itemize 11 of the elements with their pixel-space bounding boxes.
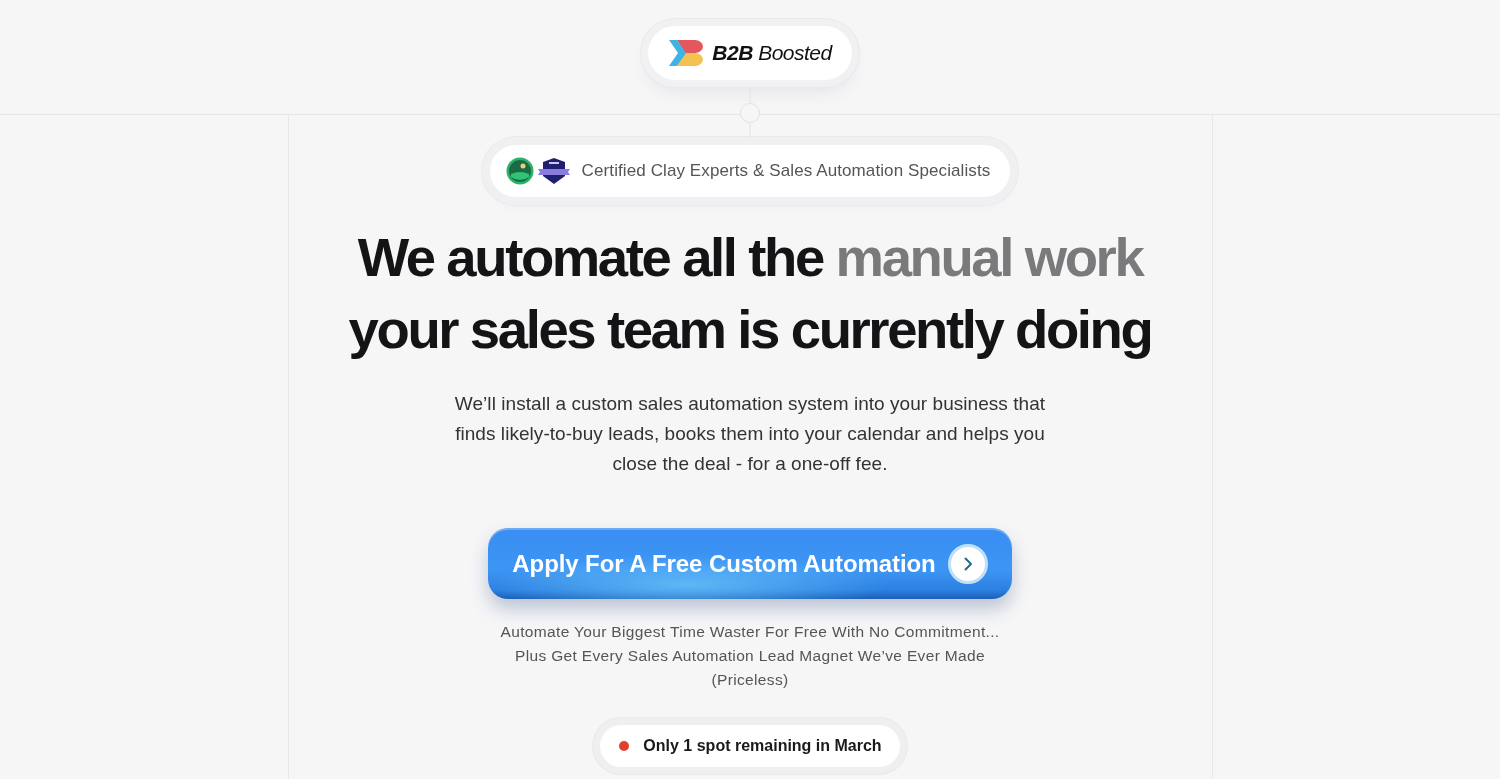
logo-icon <box>668 39 705 67</box>
availability-text: Only 1 spot remaining in March <box>643 737 882 755</box>
description-text: We’ll install a custom sales automation system into your business that finds likely-to-buy leads, books them into your calendar and helps you close the deal - for a one-off fee. <box>453 392 1047 476</box>
headline: We automate all the manual work your sales team is currently doing <box>348 226 1152 362</box>
certification-text: Certified Clay Experts & Sales Automation Specialists <box>581 161 991 181</box>
offer-note: Automate Your Biggest Time Waster For Free With No Commitment... Plus Get Every Sales Automation Lead Magnet We’ve Ever Made (Priceless) <box>499 622 1001 690</box>
shield-badge-icon <box>536 157 571 185</box>
status-dot-icon <box>619 741 630 751</box>
chevron-right-icon <box>947 543 988 584</box>
seal-badge-icon <box>505 157 534 185</box>
logo-text: B2B Boosted <box>712 41 832 65</box>
